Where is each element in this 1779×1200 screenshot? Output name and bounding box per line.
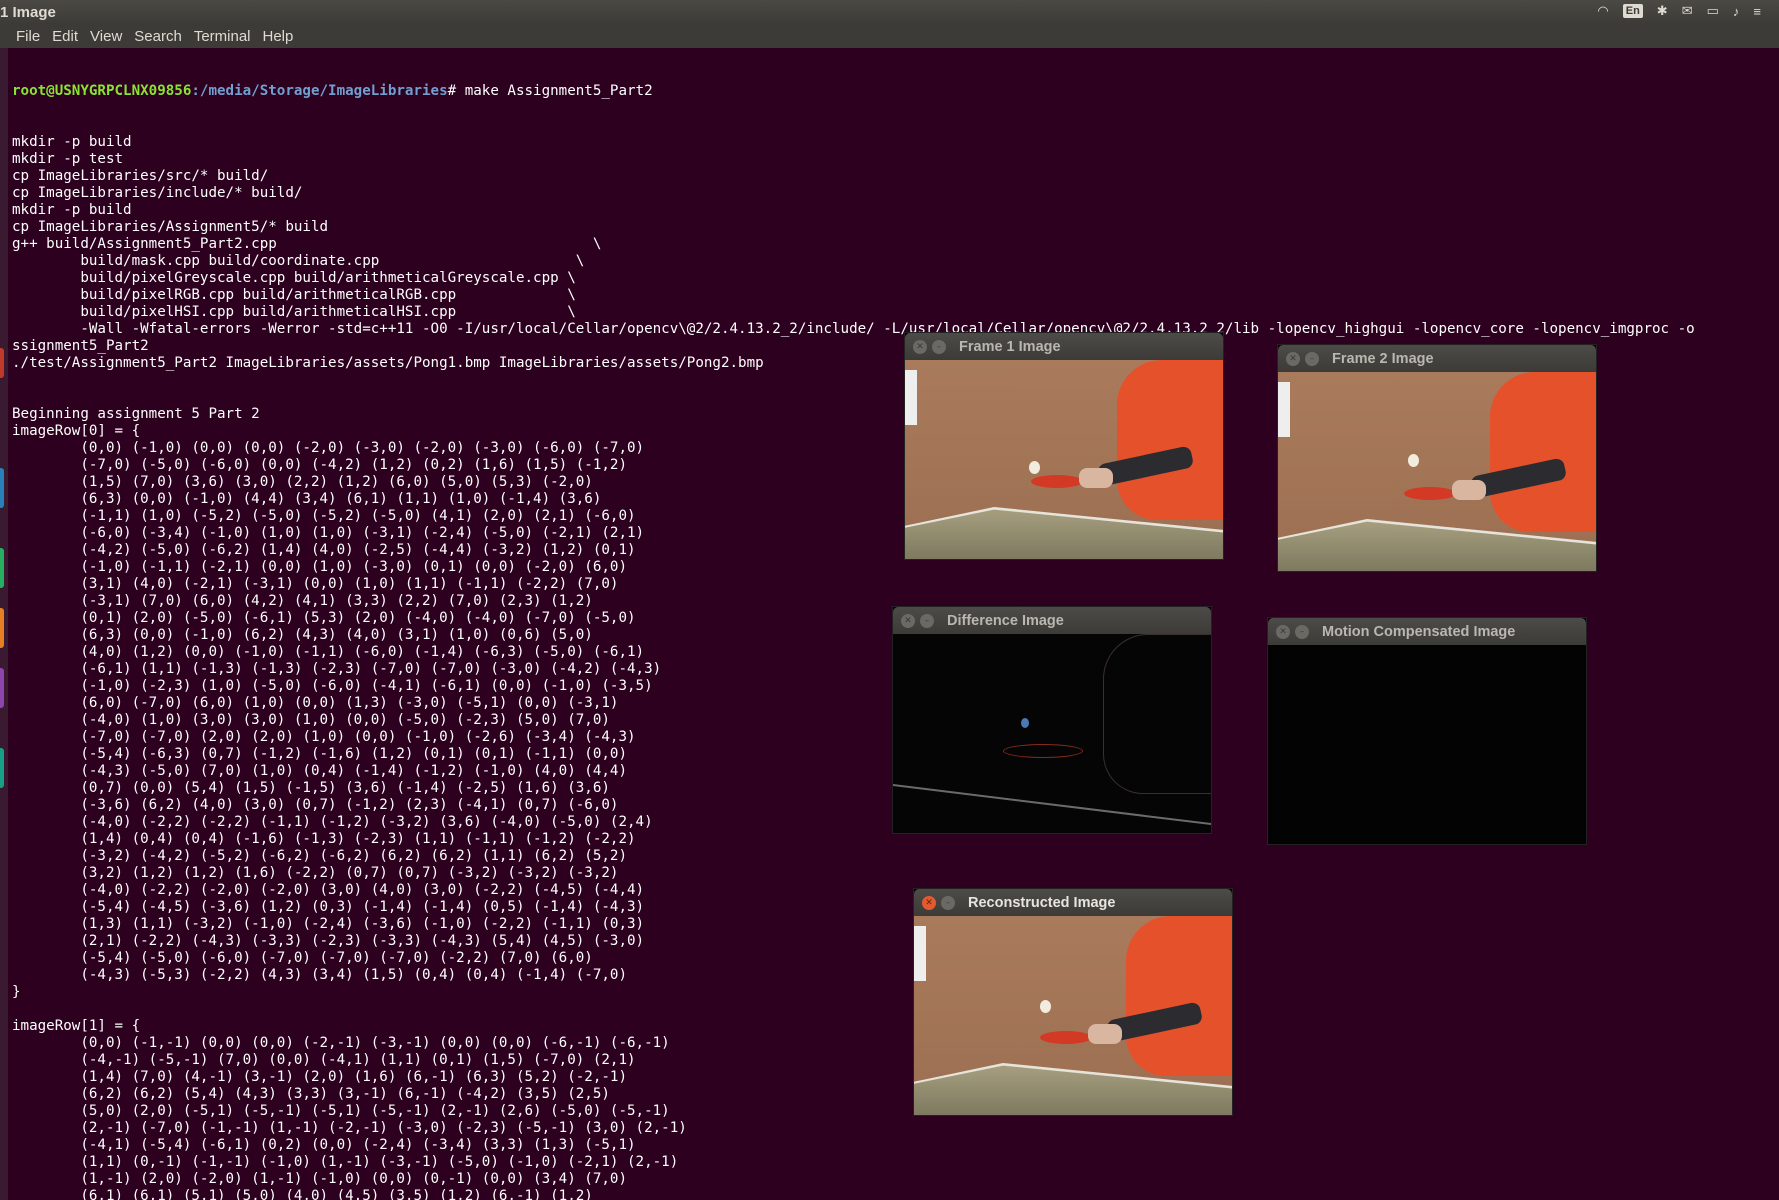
window-title: Reconstructed Image bbox=[968, 894, 1116, 911]
reconstructed-window[interactable]: ✕ – Reconstructed Image bbox=[913, 888, 1233, 1116]
terminal-line: (-5,4) (-5,0) (-6,0) (-7,0) (-7,0) (-7,0… bbox=[12, 950, 593, 966]
minimize-icon[interactable]: – bbox=[941, 895, 955, 910]
top-panel: 1 Image ◠ En ✱ ✉ ▭ ♪ ≡ bbox=[0, 0, 1779, 26]
reconstructed-image bbox=[914, 916, 1232, 1115]
system-menu-icon[interactable]: ≡ bbox=[1753, 4, 1761, 19]
terminal-line: -Wall -Wfatal-errors -Werror -std=c++11 … bbox=[12, 321, 1695, 337]
window-titlebar[interactable]: ✕ – Frame 1 Image bbox=[905, 333, 1223, 360]
terminal-line: (3,1) (4,0) (-2,1) (-3,1) (0,0) (1,0) (1… bbox=[12, 576, 619, 592]
terminal-line: (-4,3) (-5,3) (-2,2) (4,3) (3,4) (1,5) (… bbox=[12, 967, 627, 983]
terminal-line: (-4,-1) (-5,-1) (7,0) (0,0) (-4,1) (1,1)… bbox=[12, 1052, 636, 1068]
menu-bar: File Edit View Search Terminal Help bbox=[0, 26, 1779, 48]
terminal-line: build/pixelRGB.cpp build/arithmeticalRGB… bbox=[12, 287, 576, 303]
terminal-line: (-5,4) (-4,5) (-3,6) (1,2) (0,3) (-1,4) … bbox=[12, 899, 645, 915]
mail-icon[interactable]: ✉ bbox=[1682, 3, 1693, 19]
terminal-line: build/pixelHSI.cpp build/arithmeticalHSI… bbox=[12, 304, 576, 320]
terminal-line: (1,3) (1,1) (-3,2) (-1,0) (-2,4) (-3,6) … bbox=[12, 916, 645, 932]
sound-icon[interactable]: ♪ bbox=[1733, 4, 1740, 19]
close-icon[interactable]: ✕ bbox=[901, 613, 915, 628]
motion-compensated-window[interactable]: ✕ – Motion Compensated Image bbox=[1267, 617, 1587, 845]
terminal-line: mkdir -p test bbox=[12, 151, 124, 167]
window-title: Difference Image bbox=[947, 612, 1064, 629]
close-icon[interactable]: ✕ bbox=[922, 895, 936, 910]
terminal-line: (-4,0) (-2,2) (-2,0) (-2,0) (3,0) (4,0) … bbox=[12, 882, 645, 898]
terminal-line: (1,4) (7,0) (4,-1) (3,-1) (2,0) (1,6) (6… bbox=[12, 1069, 627, 1085]
bluetooth-icon[interactable]: ✱ bbox=[1657, 3, 1668, 19]
window-title: Motion Compensated Image bbox=[1322, 623, 1516, 640]
terminal-line: (1,-1) (2,0) (-2,0) (1,-1) (-1,0) (0,0) … bbox=[12, 1171, 627, 1187]
terminal-prompt-line: root@USNYGRPCLNX09856:/media/Storage/Ima… bbox=[12, 83, 1779, 100]
terminal-line: cp ImageLibraries/include/* build/ bbox=[12, 185, 303, 201]
menu-file[interactable]: File bbox=[10, 26, 46, 48]
frame2-window[interactable]: ✕ – Frame 2 Image bbox=[1277, 344, 1597, 572]
terminal-line: g++ build/Assignment5_Part2.cpp \ bbox=[12, 236, 602, 252]
terminal-line: (-4,1) (-5,4) (-6,1) (0,2) (0,0) (-2,4) … bbox=[12, 1137, 636, 1153]
keyboard-layout-indicator[interactable]: En bbox=[1622, 4, 1643, 18]
menu-search[interactable]: Search bbox=[128, 26, 188, 48]
motion-compensated-image bbox=[1268, 645, 1586, 844]
system-indicators: ◠ En ✱ ✉ ▭ ♪ ≡ bbox=[1597, 3, 1761, 19]
window-title: 1 Image bbox=[0, 4, 56, 21]
frame1-window[interactable]: ✕ – Frame 1 Image bbox=[904, 332, 1224, 560]
terminal-line: cp ImageLibraries/Assignment5/* build bbox=[12, 219, 329, 235]
menu-view[interactable]: View bbox=[84, 26, 128, 48]
close-icon[interactable]: ✕ bbox=[913, 339, 927, 354]
terminal-line: imageRow[1] = { bbox=[12, 1018, 141, 1034]
frame1-image bbox=[905, 360, 1223, 559]
terminal-line: (3,2) (1,2) (1,2) (1,6) (-2,2) (0,7) (0,… bbox=[12, 865, 619, 881]
frame2-image bbox=[1278, 372, 1596, 571]
terminal-line: (-3,2) (-4,2) (-5,2) (-6,2) (-6,2) (6,2)… bbox=[12, 848, 627, 864]
terminal-line: (1,1) (0,-1) (-1,-1) (-1,0) (1,-1) (-3,-… bbox=[12, 1154, 679, 1170]
minimize-icon[interactable]: – bbox=[1295, 624, 1309, 639]
menu-help[interactable]: Help bbox=[257, 26, 300, 48]
prompt-user: root@USNYGRPCLNX09856 bbox=[12, 83, 192, 99]
difference-image bbox=[893, 634, 1211, 833]
terminal-line: } bbox=[12, 984, 21, 1000]
window-title: Frame 2 Image bbox=[1332, 350, 1434, 367]
terminal-line: build/mask.cpp build/coordinate.cpp \ bbox=[12, 253, 585, 269]
prompt-path: :/media/Storage/ImageLibraries bbox=[191, 83, 448, 99]
terminal-line: (6,2) (6,2) (5,4) (4,3) (3,3) (3,-1) (6,… bbox=[12, 1086, 610, 1102]
terminal-line: (6,1) (6,1) (5,1) (5,0) (4,0) (4,5) (3,5… bbox=[12, 1188, 593, 1200]
terminal-line: mkdir -p build bbox=[12, 134, 132, 150]
menu-edit[interactable]: Edit bbox=[46, 26, 84, 48]
minimize-icon[interactable]: – bbox=[1305, 351, 1319, 366]
terminal-line: (5,0) (2,0) (-5,1) (-5,-1) (-5,1) (-5,-1… bbox=[12, 1103, 670, 1119]
minimize-icon[interactable]: – bbox=[932, 339, 946, 354]
window-titlebar[interactable]: ✕ – Motion Compensated Image bbox=[1268, 618, 1586, 645]
terminal-line: (2,1) (-2,2) (-4,3) (-3,3) (-2,3) (-3,3)… bbox=[12, 933, 645, 949]
wifi-icon[interactable]: ◠ bbox=[1597, 3, 1608, 19]
close-icon[interactable]: ✕ bbox=[1276, 624, 1290, 639]
window-titlebar[interactable]: ✕ – Reconstructed Image bbox=[914, 889, 1232, 916]
window-titlebar[interactable]: ✕ – Frame 2 Image bbox=[1278, 345, 1596, 372]
window-title: Frame 1 Image bbox=[959, 338, 1061, 355]
prompt-command: # make Assignment5_Part2 bbox=[447, 83, 653, 99]
launcher-edge bbox=[0, 48, 8, 1200]
terminal-line: (2,-1) (-7,0) (-1,-1) (1,-1) (-2,-1) (-3… bbox=[12, 1120, 687, 1136]
terminal-line: cp ImageLibraries/src/* build/ bbox=[12, 168, 269, 184]
window-titlebar[interactable]: ✕ – Difference Image bbox=[893, 607, 1211, 634]
minimize-icon[interactable]: – bbox=[920, 613, 934, 628]
close-icon[interactable]: ✕ bbox=[1286, 351, 1300, 366]
terminal-line: build/pixelGreyscale.cpp build/arithmeti… bbox=[12, 270, 576, 286]
terminal-line: (0,0) (-1,-1) (0,0) (0,0) (-2,-1) (-3,-1… bbox=[12, 1035, 670, 1051]
menu-terminal[interactable]: Terminal bbox=[188, 26, 257, 48]
difference-window[interactable]: ✕ – Difference Image bbox=[892, 606, 1212, 834]
terminal-line: mkdir -p build bbox=[12, 202, 132, 218]
battery-icon[interactable]: ▭ bbox=[1707, 3, 1719, 19]
